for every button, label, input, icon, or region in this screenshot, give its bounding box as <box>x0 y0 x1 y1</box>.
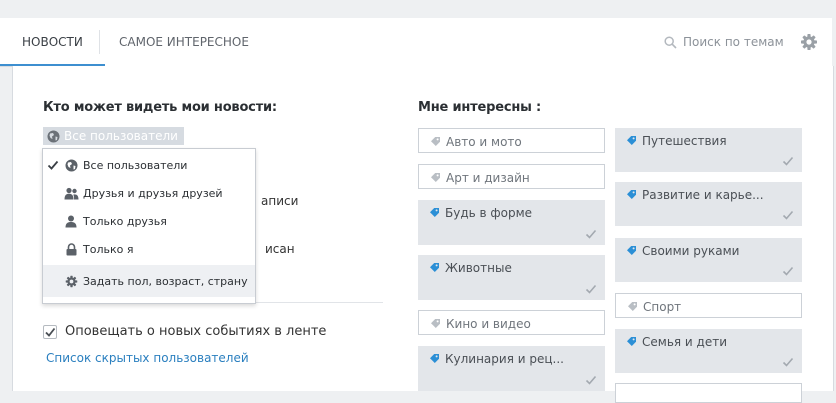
tag-icon <box>431 137 440 146</box>
checkmark-icon <box>782 266 794 276</box>
tab-divider <box>99 30 100 54</box>
topic-fitness[interactable]: Будь в форме <box>418 200 605 245</box>
tag-icon <box>430 354 439 363</box>
checkmark-icon <box>782 357 794 367</box>
globe-icon <box>63 157 79 173</box>
search-input[interactable]: Поиск по темам <box>683 35 784 49</box>
search-icon <box>664 35 677 49</box>
lock-icon <box>63 241 79 257</box>
dropdown-option-label: Только друзья <box>83 214 167 228</box>
topic-animals[interactable]: Животные <box>418 255 605 300</box>
topic-label: Будь в форме <box>445 206 533 220</box>
notify-row[interactable]: Оповещать о новых событиях в ленте <box>43 324 326 339</box>
tag-icon <box>627 136 636 145</box>
topic-label: Арт и дизайн <box>446 171 530 185</box>
topic-family-kids[interactable]: Семья и дети <box>615 329 802 373</box>
privacy-text-fragment-2: исан <box>265 242 295 256</box>
dropdown-option-custom-audience[interactable]: Задать пол, возраст, страну <box>43 265 255 297</box>
users-icon <box>63 185 79 201</box>
topic-career[interactable]: Развитие и карье... <box>615 182 802 226</box>
checkmark-icon <box>585 284 597 294</box>
tag-icon <box>627 190 636 199</box>
globe-icon <box>47 130 60 142</box>
checkmark-icon <box>782 210 794 220</box>
topic-label: Кулинария и рец... <box>445 352 564 366</box>
privacy-selected-label: Все пользователи <box>64 129 178 143</box>
topic-diy[interactable]: Своими руками <box>615 238 802 282</box>
topic-label: Семья и дети <box>642 335 728 349</box>
dropdown-option-label: Только я <box>83 242 134 256</box>
privacy-heading: Кто может видеть мои новости: <box>43 100 277 115</box>
checkmark-icon <box>47 160 59 170</box>
topic-art-design[interactable]: Арт и дизайн <box>418 164 605 189</box>
tab-most-interesting[interactable]: САМОЕ ИНТЕРЕСНОЕ <box>119 18 249 64</box>
tag-icon <box>430 208 439 217</box>
topic-label: Путешествия <box>642 134 727 148</box>
top-tab-bar: НОВОСТИ САМОЕ ИНТЕРЕСНОЕ Поиск по темам <box>0 18 832 67</box>
tag-icon <box>627 337 636 346</box>
settings-gear-icon[interactable] <box>800 33 818 51</box>
privacy-select[interactable]: Все пользователи <box>43 127 184 145</box>
topic-sport[interactable]: Спорт <box>615 293 802 318</box>
checkmark-icon <box>782 156 794 166</box>
privacy-text-fragment-1: аписи <box>261 194 299 208</box>
topic-label: Спорт <box>643 300 682 314</box>
topic-auto-moto[interactable]: Авто и мото <box>418 128 605 153</box>
user-icon <box>63 213 79 229</box>
dropdown-option-only-me[interactable]: Только я <box>43 235 255 263</box>
settings-panel: Кто может видеть мои новости: Все пользо… <box>12 66 834 403</box>
dropdown-option-label: Друзья и друзья друзей <box>83 186 223 200</box>
notify-checkbox[interactable] <box>43 324 57 339</box>
checkmark-icon <box>45 327 56 337</box>
topic-travel[interactable]: Путешествия <box>615 128 802 172</box>
tab-news[interactable]: НОВОСТИ <box>0 18 105 66</box>
topic-label: Авто и мото <box>446 135 522 149</box>
topic-next-partial[interactable] <box>615 383 802 403</box>
tag-icon <box>430 263 439 272</box>
topic-label: Животные <box>445 261 512 275</box>
checkmark-icon <box>585 375 597 385</box>
hidden-users-link[interactable]: Список скрытых пользователей <box>46 351 249 365</box>
topic-label: Кино и видео <box>446 317 531 331</box>
topic-cooking[interactable]: Кулинария и рец... <box>418 346 605 391</box>
tag-icon <box>628 302 637 311</box>
topic-label: Своими руками <box>642 244 740 258</box>
topic-movies-video[interactable]: Кино и видео <box>418 310 605 335</box>
dropdown-option-label: Все пользователи <box>83 158 188 172</box>
dropdown-option-friends-of-friends[interactable]: Друзья и друзья друзей <box>43 179 255 207</box>
tag-icon <box>431 319 440 328</box>
checkmark-icon <box>585 229 597 239</box>
gear-icon <box>63 273 79 289</box>
dropdown-option-label: Задать пол, возраст, страну <box>83 274 248 288</box>
dropdown-option-all-users[interactable]: Все пользователи <box>43 151 255 179</box>
privacy-dropdown: Все пользователи Друзья и друзья друзей … <box>42 148 256 304</box>
topic-search[interactable]: Поиск по темам <box>664 33 784 51</box>
tag-icon <box>431 173 440 182</box>
interests-heading: Мне интересны : <box>418 100 541 115</box>
tag-icon <box>627 246 636 255</box>
topic-label: Развитие и карье... <box>642 188 764 202</box>
dropdown-option-friends-only[interactable]: Только друзья <box>43 207 255 235</box>
notify-label: Оповещать о новых событиях в ленте <box>65 324 327 339</box>
